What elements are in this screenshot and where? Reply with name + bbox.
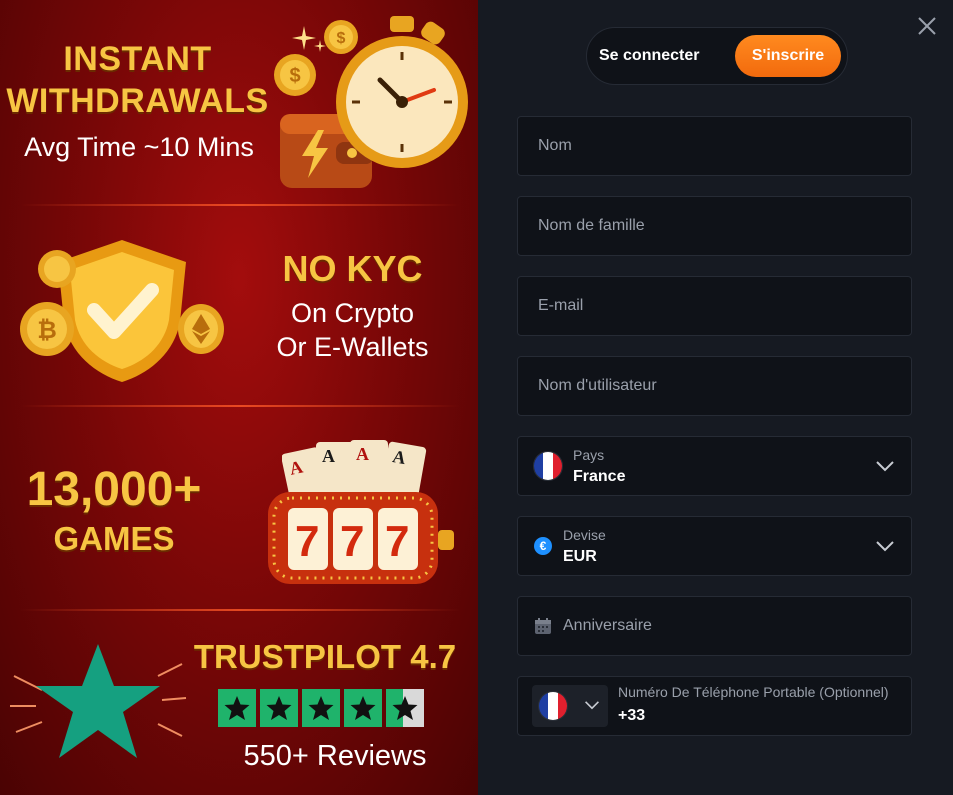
chevron-down-icon [876, 461, 894, 472]
withdrawals-title-line1: INSTANT [63, 40, 212, 78]
currency-value: EUR [563, 548, 597, 565]
birthday-placeholder: Anniversaire [563, 617, 652, 634]
withdrawals-title-line2: WITHDRAWALS [6, 82, 269, 120]
tab-signup[interactable]: S'inscrire [735, 35, 841, 77]
kyc-subtitle: On Crypto Or E-Wallets [240, 296, 465, 364]
first-name-input[interactable] [518, 117, 911, 175]
games-count: 13,000+ [26, 463, 202, 516]
svg-text:7: 7 [295, 517, 319, 566]
phone-country-select[interactable] [532, 685, 608, 727]
euro-icon: € [534, 537, 552, 555]
first-name-field [517, 116, 912, 176]
email-field [517, 276, 912, 336]
kyc-subtitle-line1: On Crypto [290, 298, 415, 328]
tab-login[interactable]: Se connecter [599, 28, 699, 84]
bitcoin-icon: ₿ [20, 302, 74, 356]
slot-machine-icon: 777 [268, 492, 454, 584]
games-label: GAMES [53, 520, 175, 557]
withdrawals-title: INSTANT WITHDRAWALS [0, 38, 275, 122]
trustpilot-star-icon [344, 689, 382, 727]
svg-text:7: 7 [385, 517, 409, 566]
star-icon [10, 644, 187, 758]
trustpilot-star-icon [260, 689, 298, 727]
trustpilot-star-icon [218, 689, 256, 727]
kyc-title: NO KYC [282, 248, 423, 289]
close-icon[interactable] [915, 14, 939, 38]
phone-label: Numéro De Téléphone Portable (Optionnel) [618, 684, 889, 700]
sparkle-icon [292, 26, 326, 52]
chevron-down-icon [585, 701, 599, 710]
auth-tabs: Se connecter S'inscrire [586, 27, 848, 85]
svg-text:₿: ₿ [37, 317, 57, 344]
trustpilot-star-icon [386, 689, 424, 727]
coin-icon: $ [274, 54, 316, 96]
country-label: Pays [573, 447, 605, 463]
email-input[interactable] [518, 277, 911, 335]
france-flag-icon [538, 691, 568, 721]
signup-form-panel: Se connecter S'inscrire Pays France € De… [478, 0, 953, 795]
phone-field: Numéro De Téléphone Portable (Optionnel)… [517, 676, 912, 736]
svg-text:A: A [356, 444, 369, 464]
birthday-field[interactable]: Anniversaire [517, 596, 912, 656]
section-divider [20, 204, 460, 206]
username-field [517, 356, 912, 416]
trustpilot-star-icon [302, 689, 340, 727]
trustpilot-stars [218, 689, 424, 727]
withdrawals-subtitle: Avg Time ~10 Mins [24, 132, 254, 162]
trustpilot-reviews: 550+ Reviews [243, 740, 427, 772]
country-value: France [573, 468, 626, 485]
ethereum-icon [178, 304, 224, 354]
svg-text:7: 7 [340, 517, 364, 566]
currency-select[interactable]: € Devise EUR [517, 516, 912, 576]
username-input[interactable] [518, 357, 911, 415]
section-divider [20, 609, 460, 611]
promo-panel: INSTANT WITHDRAWALS Avg Time ~10 Mins $ … [0, 0, 478, 795]
svg-text:A: A [322, 446, 335, 466]
trustpilot-title: TRUSTPILOT 4.7 [193, 638, 457, 675]
chevron-down-icon [876, 541, 894, 552]
svg-text:$: $ [337, 30, 346, 47]
coin-icon: $ [324, 20, 358, 54]
kyc-subtitle-line2: Or E-Wallets [276, 332, 429, 362]
last-name-field [517, 196, 912, 256]
calendar-icon [535, 618, 551, 634]
coin-icon [38, 250, 76, 288]
currency-label: Devise [563, 527, 606, 543]
france-flag-icon [533, 451, 563, 481]
section-divider [20, 405, 460, 407]
country-select[interactable]: Pays France [517, 436, 912, 496]
phone-input[interactable]: +33 [618, 707, 645, 725]
last-name-input[interactable] [518, 197, 911, 255]
svg-text:$: $ [289, 65, 300, 87]
